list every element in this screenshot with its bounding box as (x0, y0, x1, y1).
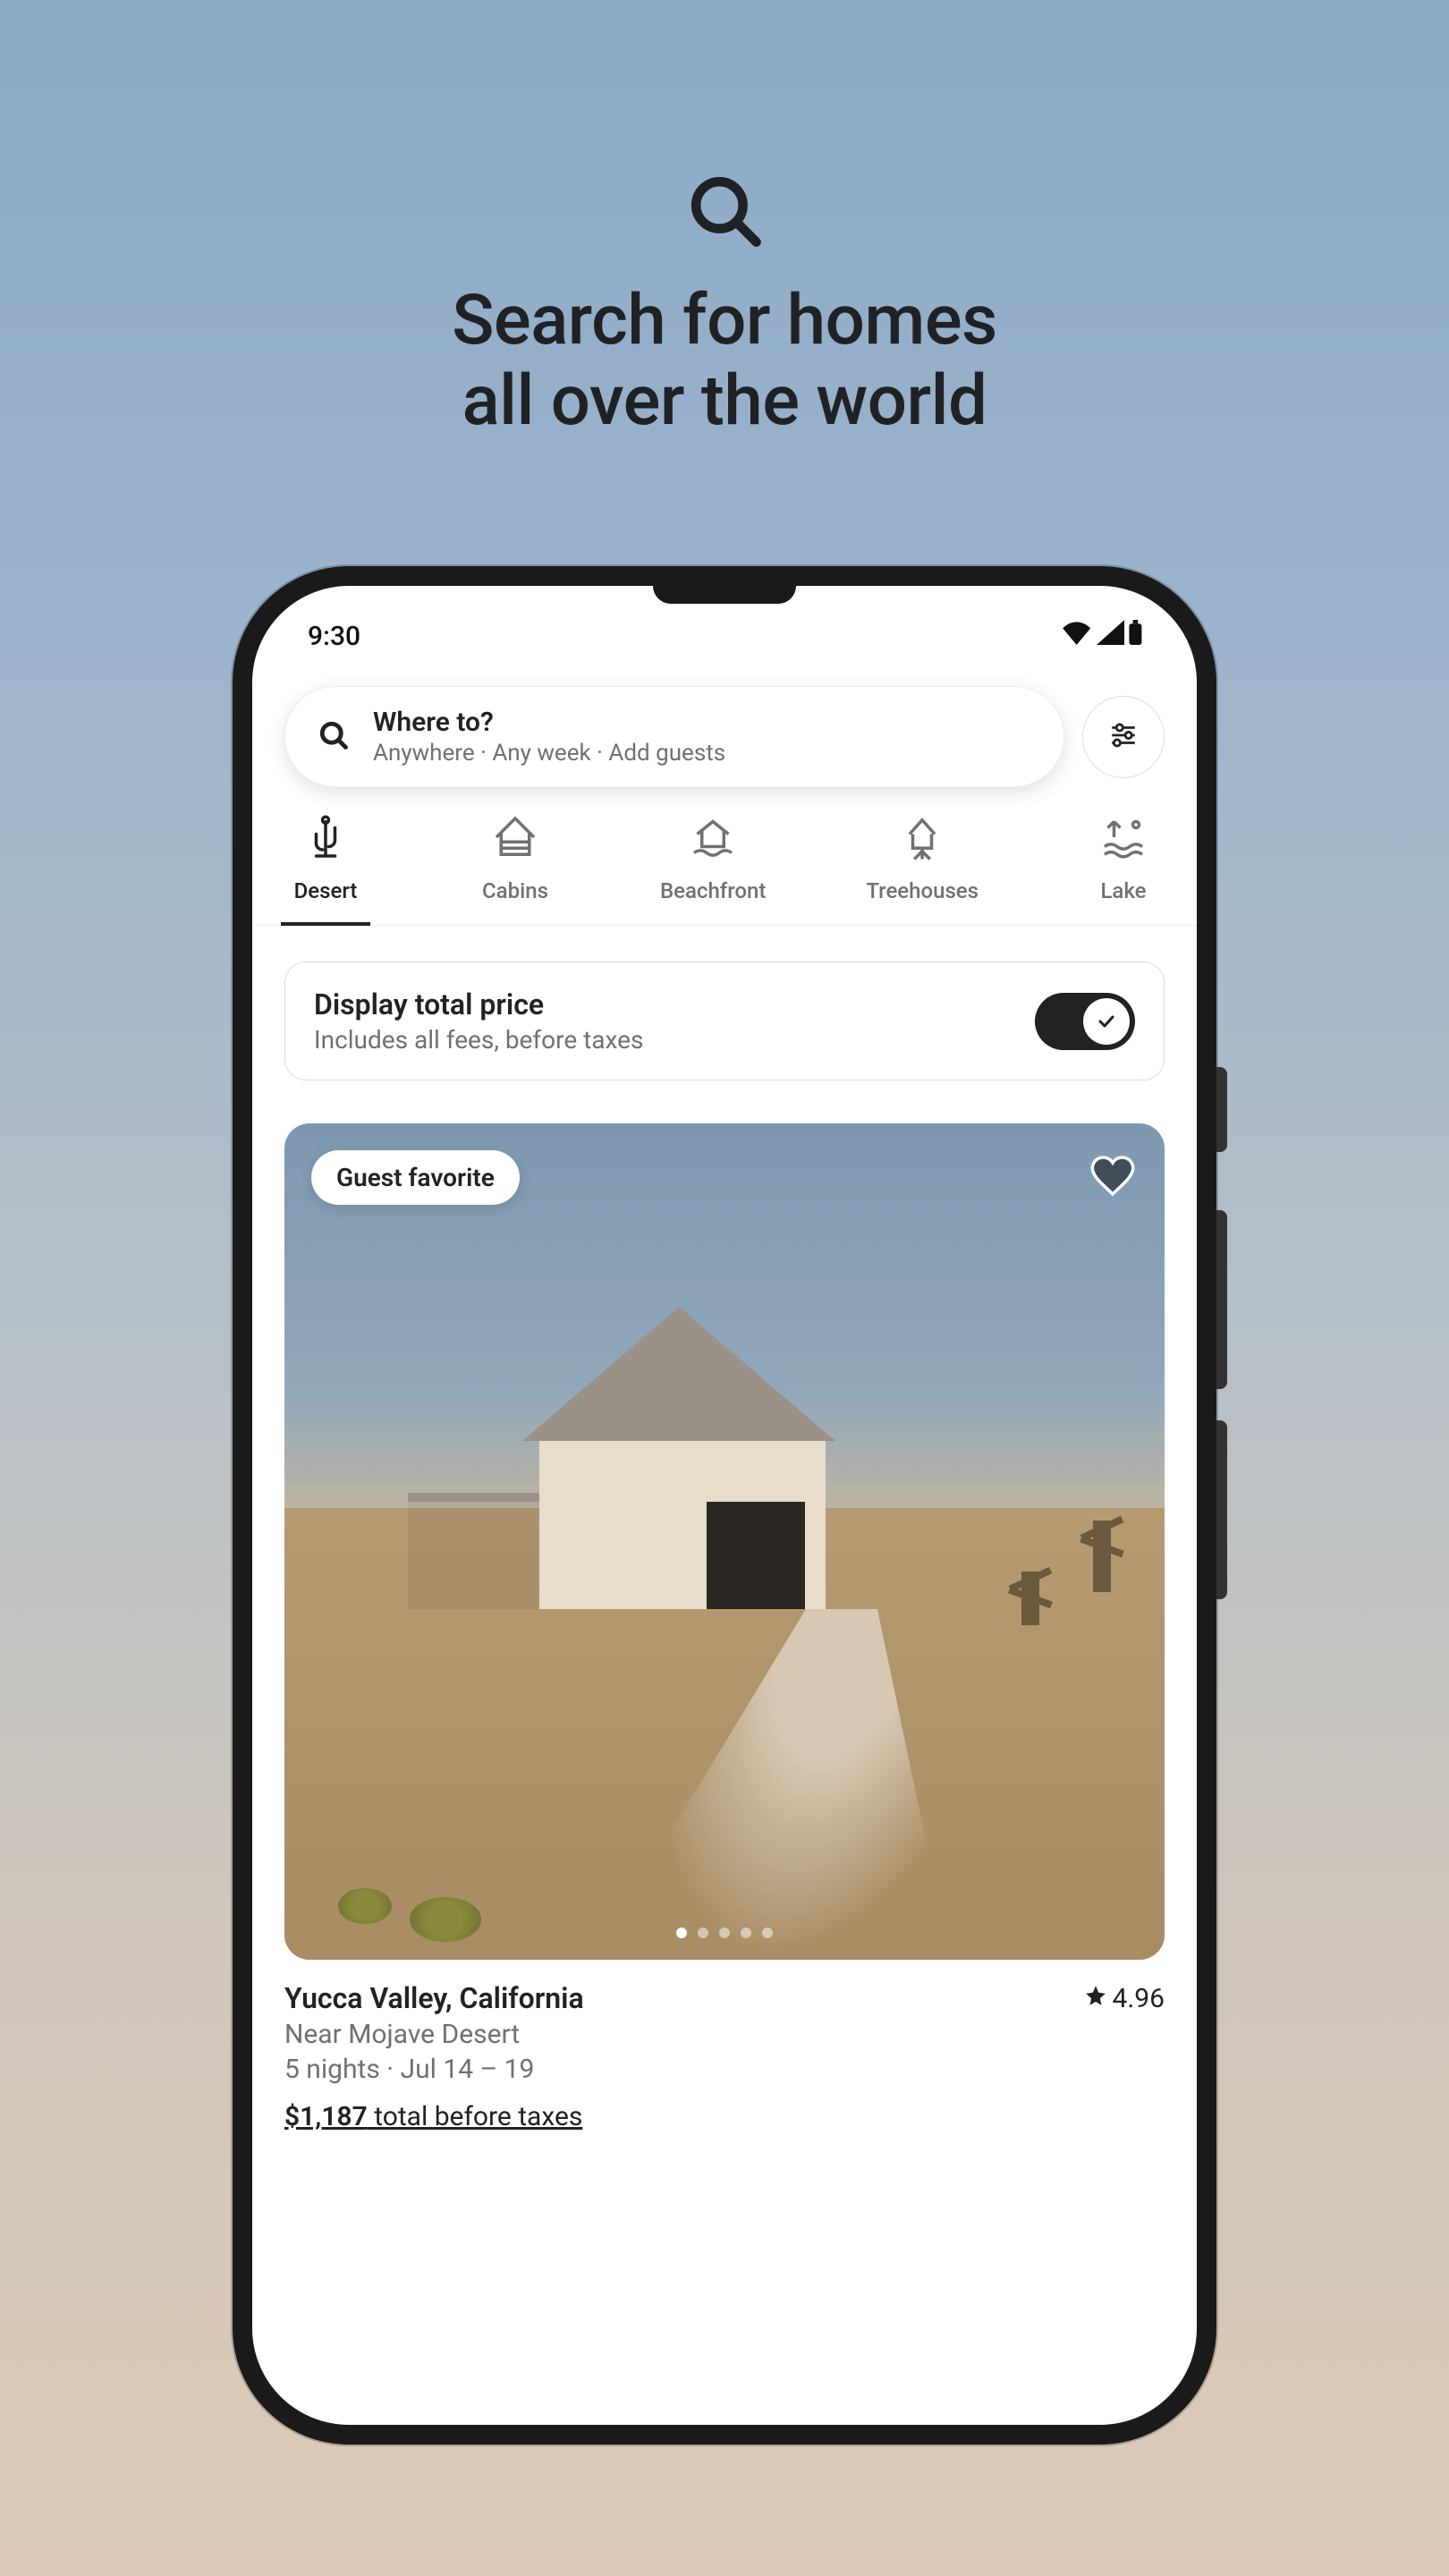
category-cabins[interactable]: Cabins (470, 812, 560, 925)
listing-card[interactable]: Guest favorite Yucca Valley, California … (284, 1123, 1165, 2132)
heart-icon (1088, 1187, 1138, 1204)
category-lake[interactable]: Lake (1079, 812, 1168, 925)
search-icon (452, 170, 997, 254)
category-desert[interactable]: Desert (281, 812, 370, 925)
wishlist-button[interactable] (1088, 1150, 1138, 1200)
category-tabs: Desert Cabins Beachfront Treehouses Lake (252, 787, 1197, 926)
phone-screen: 9:30 Where to? Anywhere · Any week · Add… (252, 586, 1197, 2425)
listing-title: Yucca Valley, California (284, 1981, 584, 2015)
phone-power-button (1216, 1067, 1227, 1152)
price-toggle-card: Display total price Includes all fees, b… (284, 962, 1165, 1080)
treehouse-icon (897, 812, 947, 866)
listing-image[interactable]: Guest favorite (284, 1123, 1165, 1960)
category-label: Cabins (482, 878, 548, 903)
category-label: Beachfront (660, 878, 766, 903)
cellular-icon (1097, 620, 1124, 652)
listing-location: Near Mojave Desert (284, 2019, 1165, 2050)
lake-icon (1098, 812, 1148, 866)
listing-illustration (284, 1123, 1165, 1960)
image-pagination-dots (676, 1928, 773, 1938)
beachfront-icon (688, 812, 738, 866)
promo-header: Search for homes all over the world (452, 170, 997, 441)
check-icon (1085, 1000, 1128, 1043)
guest-favorite-badge: Guest favorite (311, 1150, 520, 1205)
phone-frame: 9:30 Where to? Anywhere · Any week · Add… (233, 566, 1216, 2445)
price-toggle-switch[interactable] (1035, 993, 1135, 1050)
price-toggle-title: Display total price (314, 987, 643, 1021)
cactus-icon (301, 812, 351, 866)
category-treehouses[interactable]: Treehouses (866, 812, 979, 925)
phone-volume-down (1216, 1420, 1227, 1599)
promo-title: Search for homes all over the world (452, 281, 997, 441)
listing-price[interactable]: $1,187 total before taxes (284, 2101, 1165, 2132)
cabin-icon (490, 812, 540, 866)
listing-rating: 4.96 (1084, 1983, 1165, 2014)
filter-icon (1108, 720, 1139, 754)
phone-speaker (653, 586, 796, 604)
phone-volume-up (1216, 1210, 1227, 1389)
battery-icon (1128, 620, 1143, 652)
price-toggle-subtitle: Includes all fees, before taxes (314, 1025, 643, 1055)
search-bar[interactable]: Where to? Anywhere · Any week · Add gues… (284, 686, 1064, 787)
listing-dates: 5 nights · Jul 14 – 19 (284, 2054, 1165, 2085)
wifi-icon (1060, 620, 1093, 652)
filter-button[interactable] (1082, 696, 1165, 778)
category-label: Desert (294, 878, 358, 903)
search-icon (318, 719, 350, 755)
category-beachfront[interactable]: Beachfront (660, 812, 766, 925)
category-label: Treehouses (866, 878, 979, 903)
search-title: Where to? (373, 707, 725, 738)
star-icon (1084, 1983, 1107, 2014)
category-label: Lake (1100, 878, 1146, 903)
status-time: 9:30 (308, 621, 360, 652)
search-subtitle: Anywhere · Any week · Add guests (373, 740, 725, 767)
